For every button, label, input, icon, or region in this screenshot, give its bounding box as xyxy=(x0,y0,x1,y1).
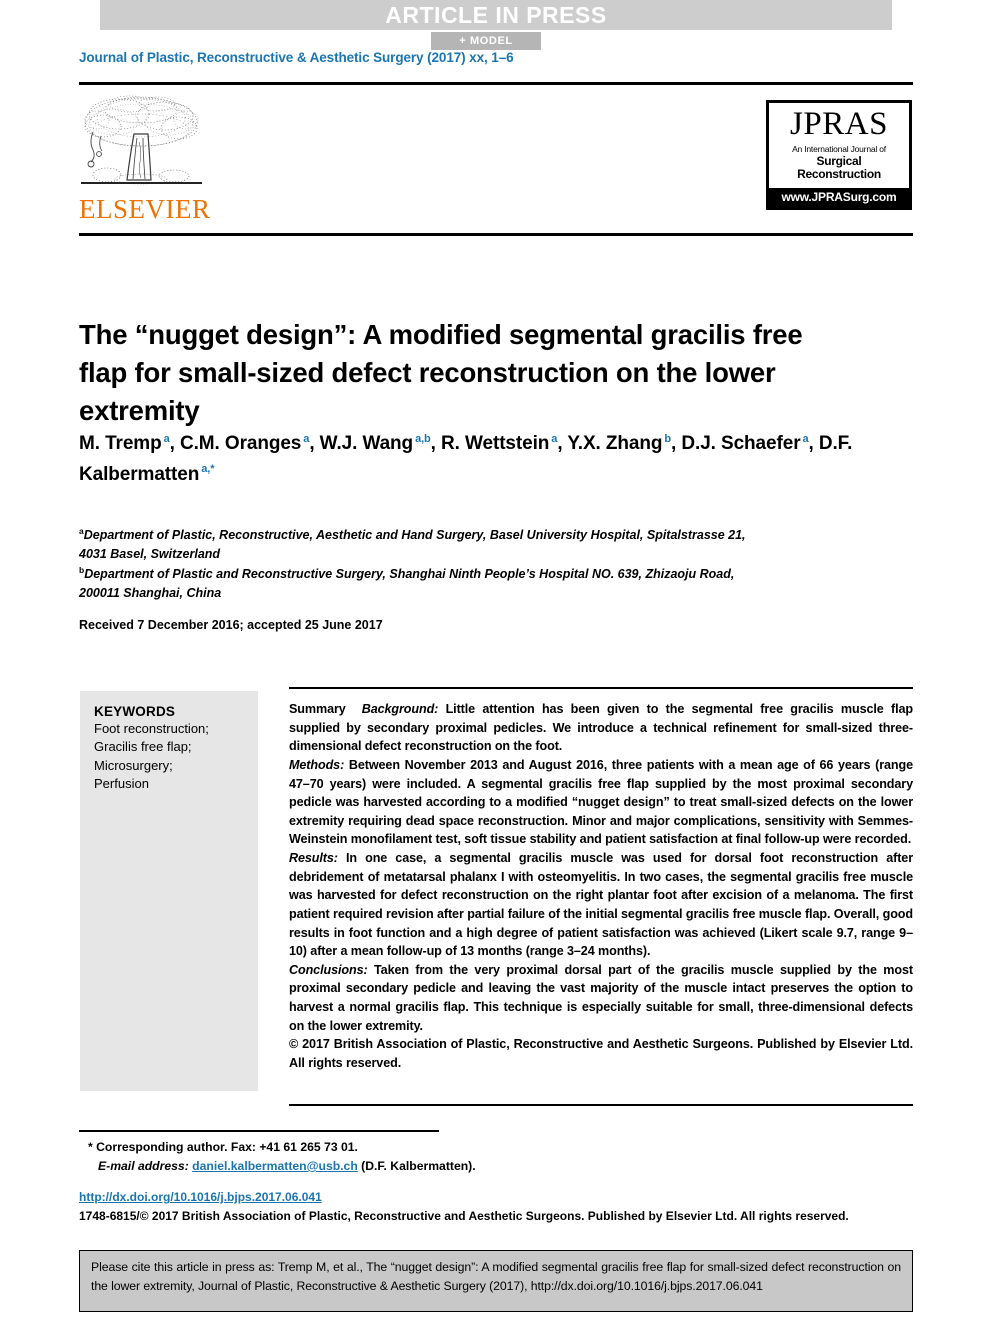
abstract-summary-label: Summary xyxy=(289,702,346,716)
author-list: M. Tremp a, C.M. Oranges a, W.J. Wang a,b, … xyxy=(79,432,853,485)
author-name: M. Tremp xyxy=(79,433,162,454)
affiliation-b-text: Department of Plastic and Reconstructive… xyxy=(79,567,735,601)
elsevier-wordmark: ELSEVIER xyxy=(79,194,211,224)
abstract-results-label: Results: xyxy=(289,851,338,865)
keyword-item: Gracilis free flap; xyxy=(94,739,192,755)
author-affiliation-mark: a,b xyxy=(415,432,431,445)
abstract-methods: Methods: Between November 2013 and Augus… xyxy=(289,756,913,849)
author-name: C.M. Oranges xyxy=(180,433,302,454)
affiliations: aDepartment of Plastic, Reconstructive, … xyxy=(79,525,769,603)
abstract-rule-bottom xyxy=(289,1104,913,1106)
abstract-methods-label: Methods: xyxy=(289,757,345,772)
keywords-box: KEYWORDS Foot reconstruction; Gracilis fr… xyxy=(80,691,258,1091)
author-affiliation-mark: a,* xyxy=(201,463,215,476)
corresponding-author-block: * Corresponding author. Fax: +41 61 265 … xyxy=(88,1138,688,1176)
abstract-copyright: © 2017 British Association of Plastic, R… xyxy=(289,1037,913,1070)
author-affiliation-mark: a xyxy=(551,432,558,445)
jpras-logo-inner: JPRAS An International Journal of Surgic… xyxy=(769,103,909,188)
abstract-background-label: Background: xyxy=(361,702,439,716)
abstract: Summary Background: Little attention has … xyxy=(289,700,913,1073)
keyword-item: Perfusion xyxy=(94,776,149,792)
article-in-press-label: ARTICLE IN PRESS xyxy=(385,1,607,28)
abstract-background: Summary Background: Little attention has … xyxy=(289,700,913,756)
author-name: D.J. Schaefer xyxy=(681,433,801,454)
author-affiliation-mark: a xyxy=(303,432,310,445)
author-name: W.J. Wang xyxy=(319,433,414,454)
email-suffix: (D.F. Kalbermatten). xyxy=(357,1158,476,1173)
page-title: The “nugget design”: A modified segmenta… xyxy=(79,319,803,427)
jpras-title: JPRAS xyxy=(790,106,888,142)
keywords-heading: KEYWORDS xyxy=(94,704,176,719)
header-rule-top xyxy=(79,82,913,85)
jpras-subtitle-line2: Surgical Reconstruction xyxy=(797,153,881,181)
author-affiliation-mark: b xyxy=(664,432,672,445)
email-label: E-mail address: xyxy=(98,1158,189,1173)
citation-box: Please cite this article in press as: Tr… xyxy=(79,1250,913,1312)
jpras-logo: JPRAS An International Journal of Surgic… xyxy=(766,100,912,210)
author-affiliation-mark: a xyxy=(163,432,170,445)
elsevier-tree-icon xyxy=(81,95,202,185)
abstract-conclusions: Conclusions: Taken from the very proxima… xyxy=(289,961,913,1036)
email-line: E-mail address: daniel.kalbermatten@usb.… xyxy=(88,1157,476,1176)
affiliation-b: bDepartment of Plastic and Reconstructiv… xyxy=(79,564,769,603)
keyword-item: Foot reconstruction; xyxy=(94,721,209,736)
corresponding-author-line: * Corresponding author. Fax: +41 61 265 … xyxy=(88,1140,358,1154)
author-affiliation-mark: a xyxy=(802,432,809,445)
footer-rule xyxy=(79,1130,439,1132)
jpras-url: www.JPRASurg.com xyxy=(769,188,909,207)
email-link[interactable]: daniel.kalbermatten@usb.ch xyxy=(192,1159,358,1173)
journal-header-line: Journal of Plastic, Reconstructive & Aes… xyxy=(79,50,514,65)
author-name: Y.X. Zhang xyxy=(567,433,663,454)
abstract-results-text: In one case, a segmental gracilis muscle… xyxy=(289,851,913,959)
received-accepted-line: Received 7 December 2016; accepted 25 Ju… xyxy=(79,618,383,632)
doi-link[interactable]: http://dx.doi.org/10.1016/j.bjps.2017.06… xyxy=(79,1190,322,1204)
keyword-item: Microsurgery; xyxy=(94,757,173,773)
abstract-conclusions-label: Conclusions: xyxy=(289,962,368,977)
model-badge-label: + MODEL xyxy=(459,35,513,47)
abstract-results: Results: In one case, a segmental gracil… xyxy=(289,849,913,961)
affiliation-a-text: Department of Plastic, Reconstructive, A… xyxy=(79,528,746,562)
affiliation-a: aDepartment of Plastic, Reconstructive, … xyxy=(79,525,769,564)
header-rule-bottom xyxy=(79,233,913,236)
abstract-methods-text: Between November 2013 and August 2016, t… xyxy=(289,757,913,847)
elsevier-logo: ELSEVIER xyxy=(79,92,214,227)
issn-copyright-line: 1748-6815/© 2017 British Association of … xyxy=(79,1209,849,1223)
abstract-conclusions-text: Taken from the very proximal dorsal part… xyxy=(289,962,913,1033)
author-name: R. Wettstein xyxy=(441,433,550,454)
article-in-press-banner: ARTICLE IN PRESS xyxy=(100,0,892,30)
model-badge: + MODEL xyxy=(431,32,541,50)
keywords-list: Foot reconstruction; Gracilis free flap; M… xyxy=(94,720,258,794)
abstract-rule-top xyxy=(289,687,913,689)
